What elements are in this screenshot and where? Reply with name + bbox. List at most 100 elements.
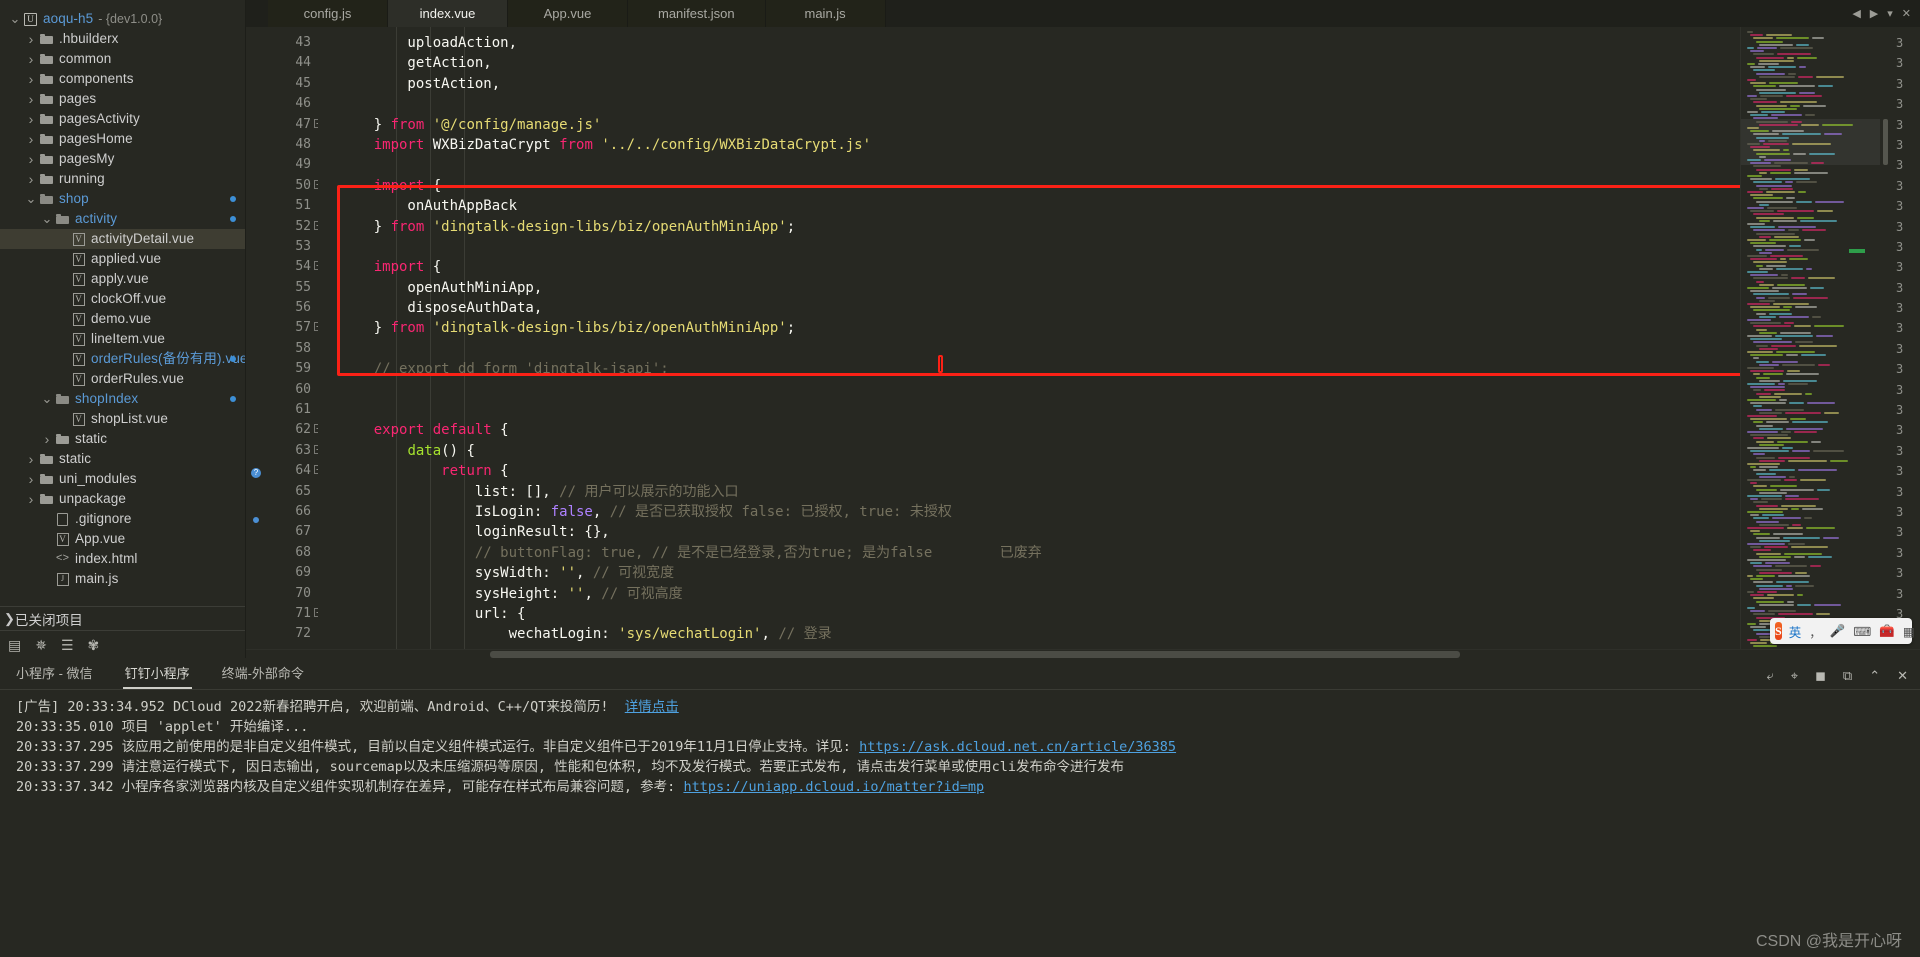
open-external-icon[interactable]: ⧉ xyxy=(1843,668,1852,684)
console-link[interactable]: https://uniapp.dcloud.io/matter?id=mp xyxy=(683,779,984,795)
wrap-icon[interactable]: ⤶ xyxy=(1766,668,1773,684)
tree-file-item[interactable]: VshopList.vue xyxy=(0,409,245,429)
tree-folder-item[interactable]: › static xyxy=(0,429,245,449)
horizontal-scrollbar-thumb[interactable] xyxy=(490,651,1460,658)
close-panel-icon[interactable]: ✕ xyxy=(1897,668,1908,684)
tree-file-item[interactable]: VorderRules.vue xyxy=(0,369,245,389)
tree-folder-item[interactable]: ⌄ activity xyxy=(0,209,245,229)
search-icon[interactable]: ☰ xyxy=(61,638,74,652)
tree-file-item[interactable]: V App.vue xyxy=(0,529,245,549)
tree-folder-item[interactable]: › static xyxy=(0,449,245,469)
tree-folder-item[interactable]: › pagesHome xyxy=(0,129,245,149)
chevron-down-icon[interactable]: ⌄ xyxy=(40,209,54,229)
ime-lang-toggle[interactable]: 英 xyxy=(1789,622,1802,641)
tree-folder-item[interactable]: › unpackage xyxy=(0,489,245,509)
tree-file-item[interactable]: VlineItem.vue xyxy=(0,329,245,349)
chevron-right-icon[interactable]: › xyxy=(24,449,38,469)
project-icon: U xyxy=(22,12,39,26)
tree-file-item[interactable]: Jmain.js xyxy=(0,569,245,589)
editor-tab-App-vue[interactable]: App.vue xyxy=(508,0,628,27)
chevron-right-icon[interactable]: › xyxy=(24,109,38,129)
ime-punct-icon[interactable]: ， xyxy=(1809,622,1822,641)
tree-folder-item[interactable]: › uni_modules xyxy=(0,469,245,489)
tab-close-icon[interactable]: ✕ xyxy=(1902,7,1911,20)
tree-file-item[interactable]: Vapply.vue xyxy=(0,269,245,289)
tree-folder-item[interactable]: ⌄ Uaoqu-h5 - {dev1.0.0} xyxy=(0,9,245,29)
minimap-line xyxy=(1750,370,1784,373)
minimap-scrollbar[interactable] xyxy=(1883,119,1888,165)
chevron-right-icon[interactable]: › xyxy=(24,489,38,509)
collapse-icon[interactable]: ⌃ xyxy=(1869,668,1880,684)
plugin-icon[interactable]: ✾ xyxy=(88,638,100,652)
tree-folder-item[interactable]: › pagesActivity xyxy=(0,109,245,129)
bookmark-marker-icon[interactable] xyxy=(253,517,259,523)
chevron-right-icon[interactable]: › xyxy=(24,49,38,69)
debug-icon[interactable]: ✵ xyxy=(35,638,47,652)
tree-folder-item[interactable]: › common xyxy=(0,49,245,69)
line-number: 56 xyxy=(295,300,311,316)
chevron-down-icon[interactable]: ⌄ xyxy=(40,389,54,409)
tree-file-item[interactable]: VactivityDetail.vue xyxy=(0,229,245,249)
chevron-right-icon[interactable]: › xyxy=(40,429,54,449)
editor-tab-index-vue[interactable]: index.vue xyxy=(388,0,508,27)
chevron-down-icon[interactable]: ⌄ xyxy=(24,189,38,209)
tree-file-item[interactable]: VclockOff.vue xyxy=(0,289,245,309)
chevron-right-icon[interactable]: › xyxy=(24,29,38,49)
ime-toolbox-icon[interactable]: 🧰 xyxy=(1879,624,1895,639)
tree-file-item[interactable]: Vdemo.vue xyxy=(0,309,245,329)
chevron-right-icon[interactable]: › xyxy=(24,149,38,169)
ime-mic-icon[interactable]: 🎤 xyxy=(1830,624,1846,639)
minimap-line xyxy=(1793,296,1828,299)
tree-folder-item[interactable]: › components xyxy=(0,69,245,89)
closed-projects-row[interactable]: ❯ 已关闭项目 xyxy=(0,606,245,630)
project-tree[interactable]: ⌄ Uaoqu-h5- {dev1.0.0} › .hbuilderx › common ›… xyxy=(0,0,245,606)
tree-file-item[interactable]: VorderRules(备份有用).vue xyxy=(0,349,245,369)
tree-folder-item[interactable]: ⌄ shop xyxy=(0,189,245,209)
tree-file-item[interactable]: <> index.html xyxy=(0,549,245,569)
editor-tab-manifest-json[interactable]: manifest.json xyxy=(628,0,766,27)
horizontal-scrollbar[interactable] xyxy=(246,649,1920,658)
info-marker-icon[interactable]: ? xyxy=(251,468,261,478)
tree-file-item[interactable]: Vapplied.vue xyxy=(0,249,245,269)
editor-tab-label: main.js xyxy=(804,6,846,21)
ime-menu-icon[interactable]: ▦ xyxy=(1903,624,1915,639)
sogou-logo-icon[interactable]: S xyxy=(1775,622,1782,640)
minimap-viewport[interactable] xyxy=(1741,119,1880,165)
code-content[interactable]: uploadAction, getAction, postAction, } f… xyxy=(318,27,1740,649)
modified-dot-icon xyxy=(230,396,236,402)
console-link[interactable]: https://ask.dcloud.net.cn/article/36385 xyxy=(859,739,1176,755)
tree-folder-item[interactable]: › running xyxy=(0,169,245,189)
chevron-right-icon[interactable]: › xyxy=(24,89,38,109)
tree-file-item[interactable]: .gitignore xyxy=(0,509,245,529)
tab-prev-icon[interactable]: ◀ xyxy=(1852,7,1860,20)
code-token: () { xyxy=(441,442,475,459)
console-link[interactable]: 详情点击 xyxy=(625,699,679,715)
editor-tab-config-js[interactable]: config.js xyxy=(268,0,388,27)
minimap-line xyxy=(1756,40,1783,43)
minimap-line xyxy=(1782,363,1815,366)
ime-toolbar[interactable]: S 英 ， 🎤 ⌨ 🧰 ▦ xyxy=(1770,618,1915,644)
stop-icon[interactable]: ◼ xyxy=(1815,668,1826,684)
code-token: // 用户可以展示的功能入口 xyxy=(559,483,739,500)
ime-keyboard-icon[interactable]: ⌨ xyxy=(1853,624,1871,639)
console-output[interactable]: [广告] 20:33:34.952 DCloud 2022新春招聘开启, 欢迎前… xyxy=(0,690,1920,957)
tree-folder-item[interactable]: › pages xyxy=(0,89,245,109)
tree-folder-item[interactable]: › pagesMy xyxy=(0,149,245,169)
chevron-right-icon[interactable]: › xyxy=(24,129,38,149)
chevron-right-icon[interactable]: › xyxy=(24,69,38,89)
tab-list-icon[interactable]: ▾ xyxy=(1887,7,1893,20)
chevron-right-icon[interactable]: › xyxy=(24,469,38,489)
console-tab-0[interactable]: 小程序 - 微信 xyxy=(0,663,109,689)
console-tab-1[interactable]: 钉钉小程序 xyxy=(109,663,206,689)
tree-folder-item[interactable]: › .hbuilderx xyxy=(0,29,245,49)
chevron-right-icon[interactable]: › xyxy=(24,169,38,189)
tab-next-icon[interactable]: ▶ xyxy=(1870,7,1878,20)
chevron-down-icon[interactable]: ⌄ xyxy=(8,9,22,29)
console-tab-2[interactable]: 终端-外部命令 xyxy=(206,663,320,689)
minimap-line xyxy=(1756,168,1791,171)
editor-tab-main-js[interactable]: main.js xyxy=(765,0,886,27)
filter-icon[interactable]: ⌖ xyxy=(1791,668,1798,684)
code-minimap[interactable] xyxy=(1740,27,1890,649)
explorer-icon[interactable]: ▤ xyxy=(8,638,21,652)
tree-folder-item[interactable]: ⌄ shopIndex xyxy=(0,389,245,409)
